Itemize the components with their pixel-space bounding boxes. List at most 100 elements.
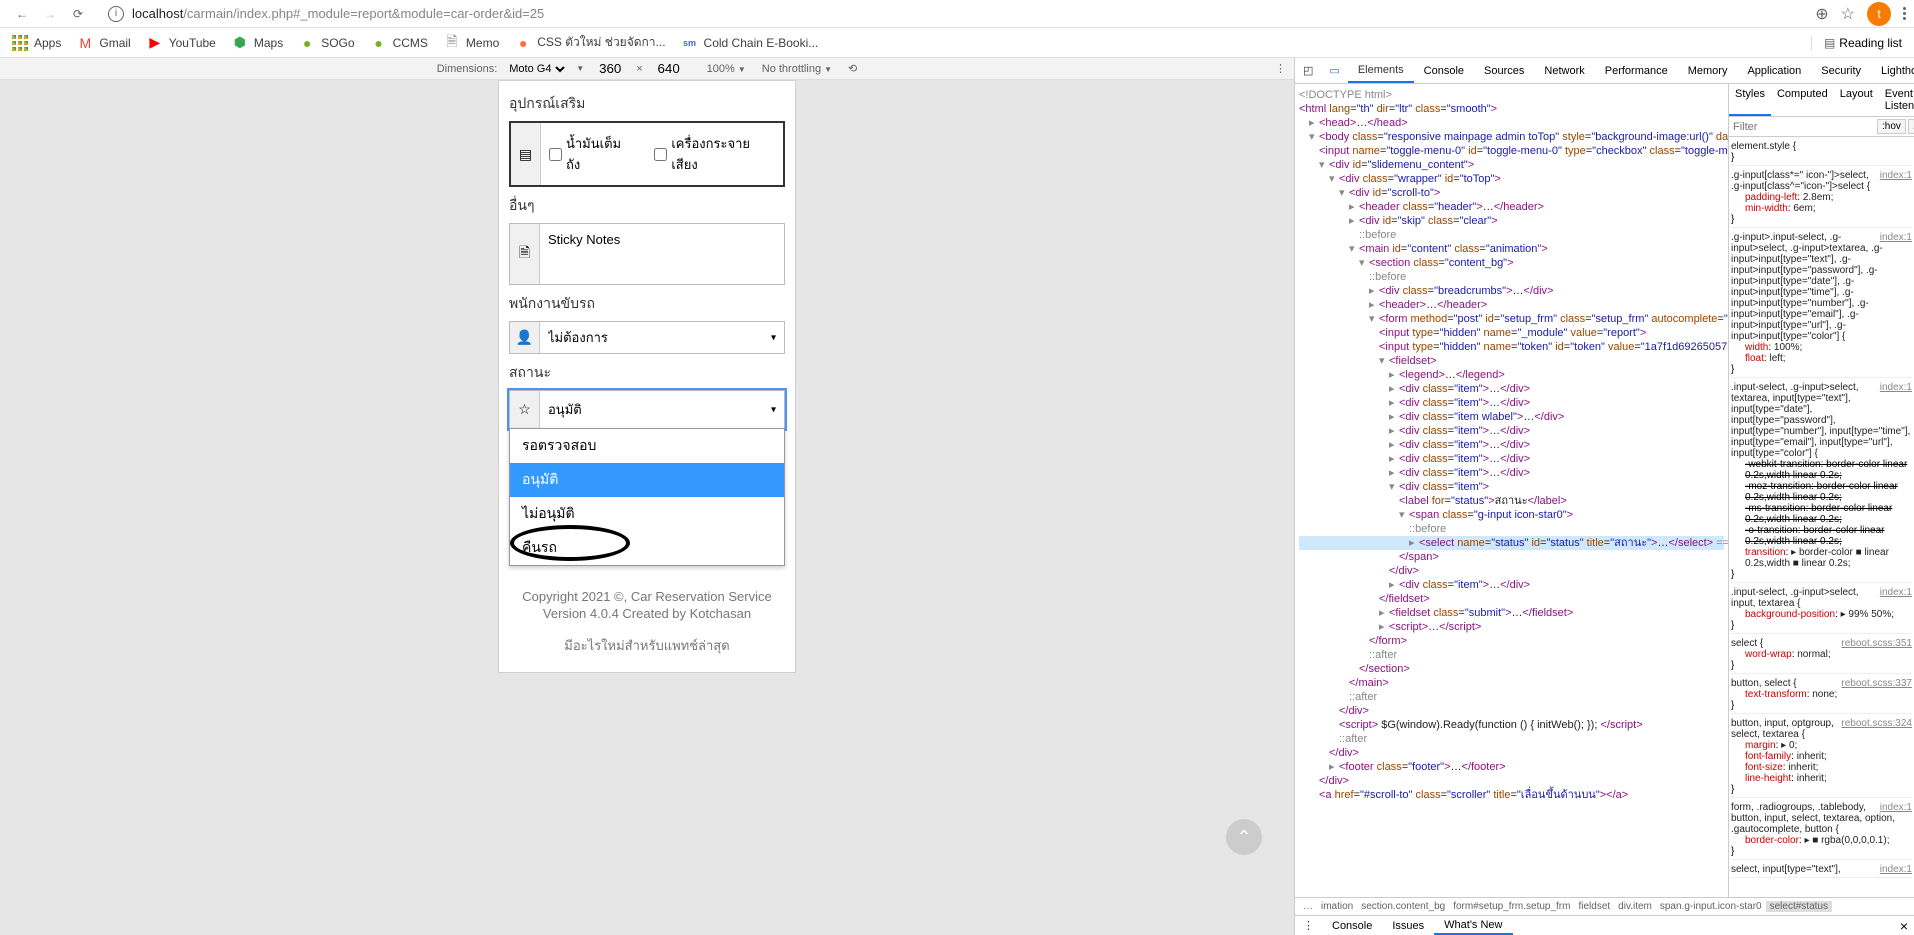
zoom-icon[interactable]: ⊕ [1815, 4, 1828, 24]
bookmark-sogo[interactable]: ●SOGo [299, 35, 354, 51]
crumb-2[interactable]: section.content_bg [1357, 901, 1449, 912]
drawer-tabs: ⋮ Console Issues What's New × [1295, 915, 1914, 935]
other-label: อื่นๆ [509, 195, 785, 217]
bookmark-cold[interactable]: smCold Chain E-Booki... [682, 35, 819, 51]
device-mode-button[interactable]: ▭ [1321, 58, 1347, 83]
equipment-group: ▤ น้ำมันเต็มถัง เครื่องกระจายเสียง [509, 121, 785, 187]
cls-button[interactable]: .cls [1908, 119, 1914, 134]
cold-icon: sm [682, 35, 698, 51]
option-approve[interactable]: อนุมัติ [510, 463, 784, 497]
site-info-icon[interactable]: i [108, 6, 124, 22]
hov-button[interactable]: :hov [1877, 119, 1906, 134]
reading-list-button[interactable]: ▤ Reading list [1811, 36, 1902, 50]
address-bar[interactable]: i localhost/carmain/index.php#_module=re… [100, 6, 1807, 22]
drawer-tab-console[interactable]: Console [1322, 916, 1382, 935]
crumb-3[interactable]: form#setup_frm.setup_frm [1449, 901, 1574, 912]
profile-avatar[interactable]: t [1867, 2, 1891, 26]
styles-rules[interactable]: element.style {} index:1.g-input[class*=… [1729, 137, 1914, 897]
checkbox-speaker-input[interactable] [654, 148, 667, 161]
driver-select[interactable]: ไม่ต้องการ [540, 322, 784, 353]
firefox-icon: ● [515, 35, 531, 51]
reload-button[interactable]: ⟳ [64, 2, 92, 26]
footer-news: มีอะไรใหม่สำหรับแพทช์ล่าสุด [509, 635, 785, 656]
tab-elements[interactable]: Elements [1348, 58, 1414, 83]
bookmark-memo[interactable]: 🗎Memo [444, 35, 499, 51]
tab-network[interactable]: Network [1534, 58, 1594, 83]
other-textarea[interactable]: Sticky Notes [540, 224, 784, 284]
tab-security[interactable]: Security [1811, 58, 1871, 83]
device-select[interactable]: Moto G4 [505, 62, 568, 76]
checkbox-speaker[interactable]: เครื่องกระจายเสียง [654, 133, 775, 175]
zoom-select[interactable]: 100% ▼ [707, 63, 746, 75]
checkbox-fuel[interactable]: น้ำมันเต็มถัง [549, 133, 634, 175]
equipment-label: อุปกรณ์เสริม [509, 93, 785, 115]
styles-tab-computed[interactable]: Computed [1771, 84, 1834, 116]
status-label: สถานะ [509, 362, 785, 384]
option-return[interactable]: คืนรถ [510, 531, 784, 565]
styles-tab-styles[interactable]: Styles [1729, 84, 1771, 116]
form-panel: อุปกรณ์เสริม ▤ น้ำมันเต็มถัง เครื่องกระจ… [498, 80, 796, 673]
bookmark-maps[interactable]: ⬢Maps [232, 35, 283, 51]
styles-tab-layout[interactable]: Layout [1834, 84, 1879, 116]
rotate-icon[interactable]: ⟲ [848, 62, 857, 75]
page-viewport: Dimensions: Moto G4 ▼ × 100% ▼ No thrott… [0, 58, 1294, 935]
bookmark-star-icon[interactable]: ☆ [1841, 4, 1855, 24]
tab-lighthouse[interactable]: Lighthouse [1871, 58, 1914, 83]
status-select-group: ☆ อนุมัติ ▾ รอตรวจสอบ อนุมัติ ไม่อนุมัติ… [509, 390, 785, 429]
styles-tab-listeners[interactable]: Event Listeners [1879, 84, 1914, 116]
element-breadcrumb: … imation section.content_bg form#setup_… [1295, 897, 1914, 915]
tab-performance[interactable]: Performance [1595, 58, 1678, 83]
checkbox-fuel-input[interactable] [549, 148, 562, 161]
tab-sources[interactable]: Sources [1474, 58, 1534, 83]
bookmark-youtube[interactable]: ▶YouTube [147, 35, 216, 51]
bookmark-ccms[interactable]: ●CCMS [371, 35, 428, 51]
elements-tree[interactable]: <!DOCTYPE html> <html lang="th" dir="ltr… [1295, 84, 1728, 897]
inspect-button[interactable]: ◰ [1295, 58, 1321, 83]
browser-toolbar: ← → ⟳ i localhost/carmain/index.php#_mod… [0, 0, 1914, 28]
bookmark-css[interactable]: ●CSS ตัวใหม่ ช่วยจัดกา... [515, 33, 665, 52]
drawer-close-icon[interactable]: × [1894, 918, 1914, 934]
crumb-4[interactable]: fieldset [1574, 901, 1614, 912]
menu-button[interactable] [1903, 7, 1906, 20]
gmail-icon: M [77, 35, 93, 51]
crumb-ellipsis[interactable]: … [1299, 901, 1317, 912]
youtube-icon: ▶ [147, 35, 163, 51]
forward-button[interactable]: → [36, 2, 64, 26]
bookmarks-bar: Apps MGmail ▶YouTube ⬢Maps ●SOGo ●CCMS 🗎… [0, 28, 1914, 58]
list-icon: ▤ [511, 123, 541, 185]
styles-pane: Styles Computed Layout Event Listeners »… [1728, 84, 1914, 897]
devtools-toolbar: ◰ ▭ Elements Console Sources Network Per… [1295, 58, 1914, 84]
footer-version: Version 4.0.4 Created by Kotchasan [509, 606, 785, 621]
scroll-top-button[interactable]: ⌃ [1226, 819, 1262, 855]
drawer-tab-issues[interactable]: Issues [1382, 916, 1434, 935]
dim-caret-icon: ▼ [576, 64, 584, 73]
devtools-panel: ◰ ▭ Elements Console Sources Network Per… [1294, 58, 1914, 935]
apps-button[interactable]: Apps [12, 35, 61, 51]
option-pending[interactable]: รอตรวจสอบ [510, 429, 784, 463]
tab-application[interactable]: Application [1737, 58, 1811, 83]
styles-tabs: Styles Computed Layout Event Listeners » [1729, 84, 1914, 117]
back-button[interactable]: ← [8, 2, 36, 26]
crumb-6[interactable]: span.g-input.icon-star0 [1656, 901, 1766, 912]
height-input[interactable] [651, 61, 687, 76]
option-reject[interactable]: ไม่อนุมัติ [510, 497, 784, 531]
crumb-1[interactable]: imation [1317, 901, 1357, 912]
styles-filter-input[interactable] [1733, 119, 1875, 134]
throttle-select[interactable]: No throttling ▼ [762, 63, 832, 75]
crumb-7[interactable]: select#status [1766, 901, 1832, 912]
star-icon: ☆ [510, 391, 540, 428]
status-dropdown: รอตรวจสอบ อนุมัติ ไม่อนุมัติ คืนรถ [509, 428, 785, 566]
apps-icon [12, 35, 28, 51]
status-select[interactable]: อนุมัติ [540, 391, 784, 428]
drawer-tab-whatsnew[interactable]: What's New [1434, 916, 1512, 935]
ccms-icon: ● [371, 35, 387, 51]
device-menu-icon[interactable]: ⋮ [1275, 62, 1286, 75]
dimensions-label: Dimensions: [437, 63, 498, 75]
width-input[interactable] [592, 61, 628, 76]
footer-copyright: Copyright 2021 ©, Car Reservation Servic… [509, 589, 785, 604]
tab-console[interactable]: Console [1414, 58, 1474, 83]
drawer-menu-icon[interactable]: ⋮ [1295, 916, 1322, 935]
bookmark-gmail[interactable]: MGmail [77, 35, 130, 51]
crumb-5[interactable]: div.item [1614, 901, 1656, 912]
tab-memory[interactable]: Memory [1678, 58, 1738, 83]
